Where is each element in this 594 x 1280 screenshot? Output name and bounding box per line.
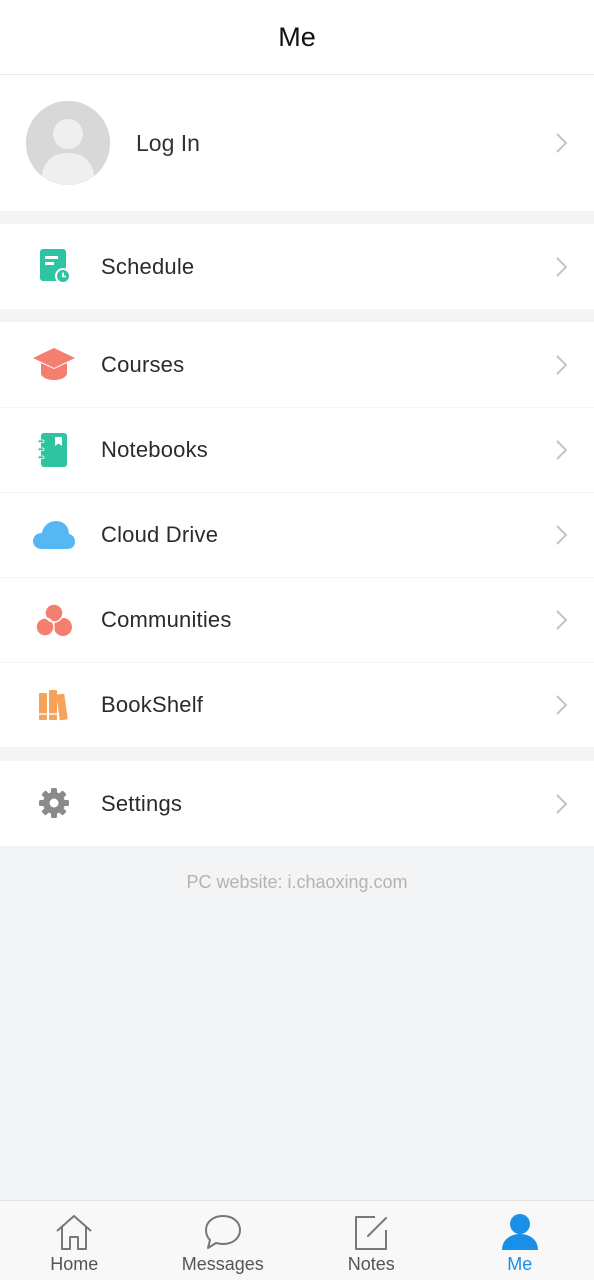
chevron-right-icon bbox=[556, 525, 568, 545]
main-menu-group: Courses Notebooks Cloud Drive Communitie… bbox=[0, 322, 594, 747]
edit-note-icon bbox=[351, 1213, 391, 1251]
bookshelf-icon bbox=[32, 685, 76, 725]
tab-label: Home bbox=[50, 1254, 99, 1274]
login-row[interactable]: Log In bbox=[0, 75, 594, 211]
person-icon bbox=[500, 1213, 540, 1251]
menu-item-communities[interactable]: Communities bbox=[0, 577, 594, 662]
menu-item-label: Schedule bbox=[101, 253, 195, 279]
menu-item-label: Courses bbox=[101, 351, 185, 377]
tab-label: Messages bbox=[181, 1254, 264, 1274]
pc-website-note: PC website: i.chaoxing.com bbox=[186, 872, 408, 892]
tab-home[interactable]: Home bbox=[0, 1201, 149, 1280]
top-header: Me bbox=[0, 0, 594, 75]
tab-notes[interactable]: Notes bbox=[297, 1201, 446, 1280]
gear-icon bbox=[32, 783, 76, 823]
chevron-right-icon bbox=[556, 354, 568, 375]
menu-item-bookshelf[interactable]: BookShelf bbox=[0, 662, 594, 747]
menu-item-settings[interactable]: Settings bbox=[0, 761, 594, 846]
home-icon bbox=[54, 1213, 94, 1251]
tab-me[interactable]: Me bbox=[446, 1201, 594, 1280]
schedule-icon bbox=[32, 246, 76, 286]
page-title: Me bbox=[278, 21, 316, 52]
menu-item-cloud-drive[interactable]: Cloud Drive bbox=[0, 492, 594, 577]
menu-item-label: Communities bbox=[101, 607, 232, 632]
login-label: Log In bbox=[136, 130, 200, 156]
menu-item-label: Notebooks bbox=[101, 437, 208, 462]
tab-label: Notes bbox=[347, 1254, 395, 1274]
avatar[interactable] bbox=[26, 101, 110, 185]
menu-item-label: Cloud Drive bbox=[101, 522, 219, 547]
menu-item-notebooks[interactable]: Notebooks bbox=[0, 407, 594, 492]
menu-item-label: Settings bbox=[101, 790, 183, 816]
settings-group: Settings bbox=[0, 761, 594, 846]
chevron-right-icon bbox=[556, 440, 568, 460]
tab-messages[interactable]: Messages bbox=[149, 1201, 298, 1280]
chevron-right-icon bbox=[556, 256, 568, 277]
chevron-right-icon bbox=[556, 695, 568, 715]
default-avatar-icon bbox=[26, 101, 110, 185]
graduation-cap-icon bbox=[32, 344, 76, 384]
tab-label: Me bbox=[507, 1254, 533, 1274]
chevron-right-icon bbox=[556, 610, 568, 630]
menu-item-courses[interactable]: Courses bbox=[0, 322, 594, 407]
menu-item-label: BookShelf bbox=[101, 692, 204, 717]
menu-item-schedule[interactable]: Schedule bbox=[0, 224, 594, 309]
schedule-group: Schedule bbox=[0, 224, 594, 309]
chevron-right-icon bbox=[556, 133, 568, 153]
chat-bubble-icon bbox=[203, 1213, 243, 1251]
cloud-icon bbox=[32, 515, 76, 555]
chevron-right-icon bbox=[556, 793, 568, 814]
bottom-tab-bar: Home Messages Notes Me bbox=[0, 1200, 594, 1280]
notebook-icon bbox=[32, 430, 76, 470]
communities-icon bbox=[32, 600, 76, 640]
